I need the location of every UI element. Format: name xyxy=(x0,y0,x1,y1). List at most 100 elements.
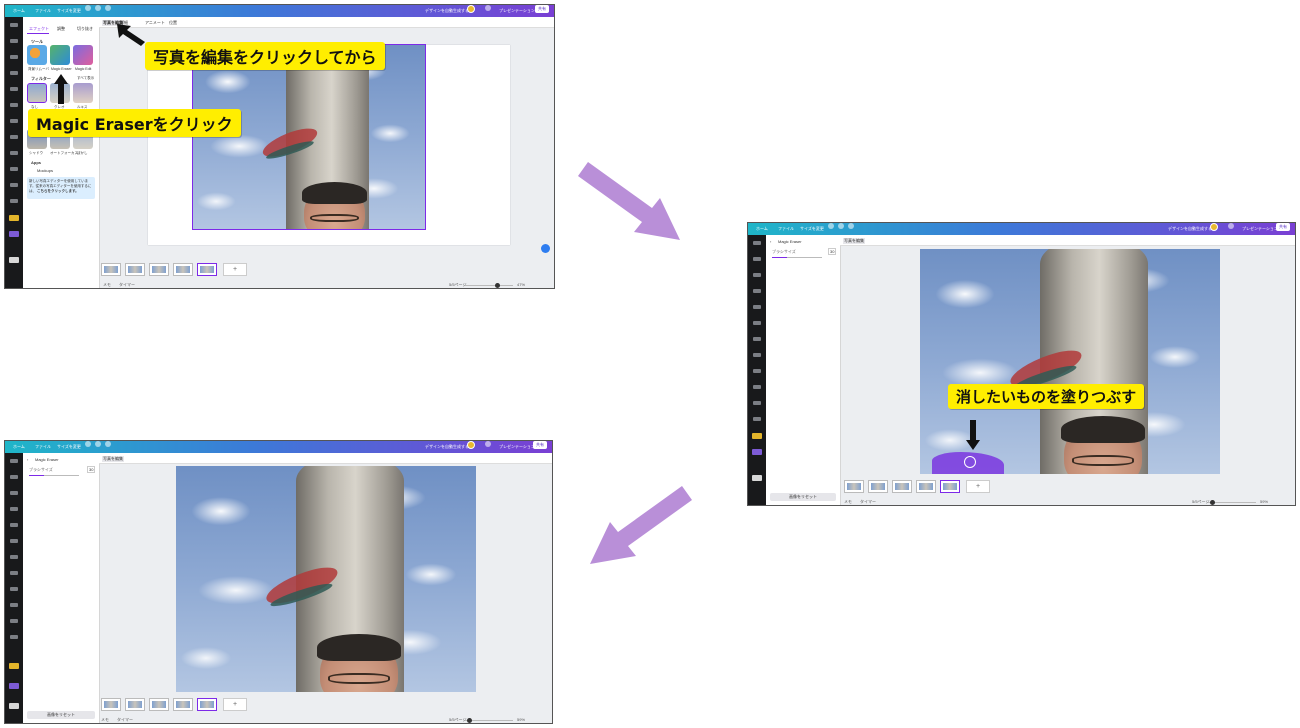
home-button[interactable]: ホーム xyxy=(13,5,25,17)
rail-item-videos[interactable] xyxy=(10,183,18,187)
page-thumb-1[interactable] xyxy=(101,698,121,711)
rail-item-brand[interactable] xyxy=(10,55,18,59)
rail-item-videos[interactable] xyxy=(10,619,18,623)
rail-item-uploads[interactable] xyxy=(753,305,761,309)
resize-menu[interactable]: サイズを変更 xyxy=(57,5,81,17)
page-thumb-2[interactable] xyxy=(125,263,145,276)
rail-item-uploads[interactable] xyxy=(10,87,18,91)
resize-menu[interactable]: サイズを変更 xyxy=(57,441,81,453)
home-button[interactable]: ホーム xyxy=(13,441,25,453)
share-button[interactable]: 共有 xyxy=(1276,223,1290,231)
page-thumb-5[interactable] xyxy=(940,480,960,493)
design-name-field[interactable]: デザインを自動生成する xyxy=(425,5,469,17)
chart-icon[interactable] xyxy=(1228,223,1234,229)
rail-item-projects[interactable] xyxy=(753,337,761,341)
page-thumb-4[interactable] xyxy=(916,480,936,493)
rail-item-design[interactable] xyxy=(10,459,18,463)
share-button[interactable]: 共有 xyxy=(533,441,547,449)
avatar[interactable] xyxy=(467,441,475,449)
rail-item-text[interactable] xyxy=(10,71,18,75)
reset-image-button[interactable]: 画像をリセット xyxy=(770,493,836,501)
rail-app-grid[interactable] xyxy=(9,703,19,709)
position-button[interactable]: 位置 xyxy=(169,20,177,26)
rail-item-brand[interactable] xyxy=(10,491,18,495)
add-page-button[interactable]: + xyxy=(966,480,990,493)
rail-item-uploads[interactable] xyxy=(10,523,18,527)
rail-item-brand[interactable] xyxy=(753,273,761,277)
rail-app-yellow[interactable] xyxy=(9,215,19,221)
rail-item-audio[interactable] xyxy=(10,603,18,607)
page-thumb-3[interactable] xyxy=(892,480,912,493)
chart-icon[interactable] xyxy=(485,5,491,11)
rail-item-apps[interactable] xyxy=(10,135,18,139)
timer-button[interactable]: タイマー xyxy=(860,499,876,505)
chart-icon[interactable] xyxy=(485,441,491,447)
add-page-button[interactable]: + xyxy=(223,698,247,711)
rail-app-purple[interactable] xyxy=(752,449,762,455)
rail-app-yellow[interactable] xyxy=(752,433,762,439)
background-remover-tool[interactable] xyxy=(27,45,47,65)
rail-item-apps[interactable] xyxy=(753,353,761,357)
app-item-mockups[interactable]: Mockups xyxy=(37,168,53,173)
magic-edit-tool[interactable] xyxy=(73,45,93,65)
panel-tab-effects[interactable]: エフェクト xyxy=(29,26,49,32)
rail-item-elements[interactable] xyxy=(10,475,18,479)
timer-button[interactable]: タイマー xyxy=(117,717,133,723)
zoom-slider[interactable] xyxy=(465,718,513,723)
rail-item-text[interactable] xyxy=(10,507,18,511)
animate-button[interactable]: アニメート xyxy=(145,20,165,26)
back-chevron-icon[interactable]: ‹ xyxy=(770,239,771,244)
page-thumb-1[interactable] xyxy=(101,263,121,276)
edit-photo-button[interactable]: 写真を編集 xyxy=(843,238,865,244)
page-thumb-3[interactable] xyxy=(149,698,169,711)
rail-item-draw[interactable] xyxy=(753,321,761,325)
brush-size-value[interactable]: 30 xyxy=(87,466,96,473)
rail-item-charts[interactable] xyxy=(10,199,18,203)
rail-item-design[interactable] xyxy=(10,23,18,27)
avatar[interactable] xyxy=(467,5,475,13)
page-thumb-5[interactable] xyxy=(197,698,217,711)
brush-size-slider[interactable] xyxy=(772,257,822,258)
undo-icon[interactable] xyxy=(85,441,91,447)
rail-item-projects[interactable] xyxy=(10,555,18,559)
info-link[interactable]: こちらをクリックします。 xyxy=(37,189,79,193)
resize-menu[interactable]: サイズを変更 xyxy=(800,223,824,235)
file-menu[interactable]: ファイル xyxy=(35,441,51,453)
present-button[interactable]: プレゼンテーション xyxy=(499,5,535,17)
file-menu[interactable]: ファイル xyxy=(35,5,51,17)
rail-item-apps[interactable] xyxy=(10,571,18,575)
avatar[interactable] xyxy=(1210,223,1218,231)
redo-icon[interactable] xyxy=(95,5,101,11)
undo-icon[interactable] xyxy=(828,223,834,229)
rail-item-videos[interactable] xyxy=(753,401,761,405)
filter-none[interactable] xyxy=(27,83,47,103)
home-button[interactable]: ホーム xyxy=(756,223,768,235)
rail-app-purple[interactable] xyxy=(9,683,19,689)
magic-eraser-tool[interactable] xyxy=(50,45,70,65)
edit-photo-button[interactable]: 写真を編集 xyxy=(102,456,124,462)
panel-tab-crop[interactable]: 切り抜き xyxy=(77,26,93,32)
rail-item-audio[interactable] xyxy=(10,167,18,171)
redo-icon[interactable] xyxy=(95,441,101,447)
rail-item-charts[interactable] xyxy=(10,635,18,639)
file-menu[interactable]: ファイル xyxy=(778,223,794,235)
filter-lukis[interactable] xyxy=(73,83,93,103)
rail-item-photos[interactable] xyxy=(10,587,18,591)
help-icon[interactable] xyxy=(541,244,550,253)
filters-see-all[interactable]: すべて表示 xyxy=(77,76,94,81)
photo-tower-erased[interactable] xyxy=(176,466,476,692)
page-thumb-2[interactable] xyxy=(125,698,145,711)
rail-app-yellow[interactable] xyxy=(9,663,19,669)
zoom-slider[interactable] xyxy=(1208,500,1256,505)
rail-app-grid[interactable] xyxy=(9,257,19,263)
rail-item-photos[interactable] xyxy=(10,151,18,155)
photo-tower[interactable] xyxy=(920,249,1220,474)
notes-button[interactable]: メモ xyxy=(844,499,852,505)
rail-item-design[interactable] xyxy=(753,241,761,245)
timer-button[interactable]: タイマー xyxy=(119,282,135,288)
notes-button[interactable]: メモ xyxy=(103,282,111,288)
present-button[interactable]: プレゼンテーション xyxy=(499,441,535,453)
notes-button[interactable]: メモ xyxy=(101,717,109,723)
panel-tab-adjust[interactable]: 調整 xyxy=(57,26,65,32)
brush-size-slider[interactable] xyxy=(29,475,79,476)
